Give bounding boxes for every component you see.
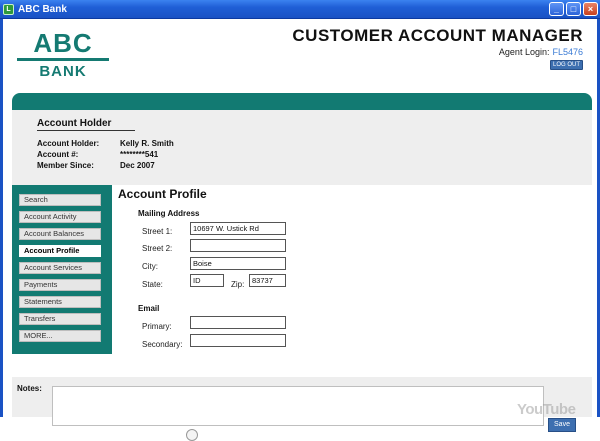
holder-account-label: Account #: <box>37 150 79 159</box>
account-holder-panel: Account Holder Account Holder: Kelly R. S… <box>12 110 592 185</box>
sidebar-item-account-profile[interactable]: Account Profile <box>19 245 101 257</box>
maximize-button[interactable]: □ <box>566 2 581 16</box>
logo-divider <box>17 58 109 61</box>
street2-field[interactable] <box>190 239 286 252</box>
secondary-email-label: Secondary: <box>142 340 183 349</box>
agent-login: Agent Login: FL5476 <box>499 47 583 57</box>
primary-email-field[interactable] <box>190 316 286 329</box>
window-controls: _ □ × <box>549 2 598 16</box>
logo-bank: BANK <box>39 63 87 80</box>
account-profile-title: Account Profile <box>118 187 207 201</box>
scroll-handle[interactable] <box>186 429 198 441</box>
state-field[interactable]: ID <box>190 274 224 287</box>
window-titlebar: L ABC Bank _ □ × <box>0 0 600 19</box>
notes-textarea[interactable] <box>52 386 544 426</box>
sidebar-item-account-activity[interactable]: Account Activity <box>19 211 101 223</box>
holder-member-since-label: Member Since: <box>37 161 94 170</box>
logo-abc: ABC <box>33 28 93 58</box>
sidebar-item-account-services[interactable]: Account Services <box>19 262 101 274</box>
holder-account-value: ********541 <box>120 150 159 159</box>
state-label: State: <box>142 280 163 289</box>
street2-label: Street 2: <box>142 244 173 253</box>
holder-row-name: Account Holder: Kelly R. Smith <box>37 139 174 148</box>
email-heading: Email <box>138 304 160 313</box>
app-window: ABC BANK CUSTOMER ACCOUNT MANAGER Agent … <box>0 19 600 441</box>
sidebar-item-search[interactable]: Search <box>19 194 101 206</box>
window-title: ABC Bank <box>18 3 67 15</box>
youtube-watermark: YouTube <box>517 401 576 418</box>
zip-label: Zip: <box>231 280 245 289</box>
secondary-email-field[interactable] <box>190 334 286 347</box>
holder-member-since-value: Dec 2007 <box>120 161 155 170</box>
sidebar-item-transfers[interactable]: Transfers <box>19 313 101 325</box>
logout-button[interactable]: LOG OUT <box>550 60 583 70</box>
sidebar-item-payments[interactable]: Payments <box>19 279 101 291</box>
bank-logo: ABC BANK <box>17 29 109 80</box>
minimize-button[interactable]: _ <box>549 2 564 16</box>
zip-field[interactable]: 83737 <box>249 274 286 287</box>
street1-label: Street 1: <box>142 227 173 236</box>
app-icon: L <box>3 3 14 15</box>
sidebar-nav: Search Account Activity Account Balances… <box>12 185 112 354</box>
sidebar-item-account-balances[interactable]: Account Balances <box>19 228 101 240</box>
primary-email-label: Primary: <box>142 322 172 331</box>
holder-row-member-since: Member Since: Dec 2007 <box>37 161 155 170</box>
street1-field[interactable]: 10697 W. Ustick Rd <box>190 222 286 235</box>
account-holder-heading: Account Holder <box>37 118 135 131</box>
agent-login-label: Agent Login: <box>498 47 550 57</box>
sidebar-item-statements[interactable]: Statements <box>19 296 101 308</box>
holder-name-value: Kelly R. Smith <box>120 139 174 148</box>
city-field[interactable]: Boise <box>190 257 286 270</box>
page-title: CUSTOMER ACCOUNT MANAGER <box>292 26 583 45</box>
header-band <box>12 93 592 110</box>
holder-row-account: Account #: ********541 <box>37 150 158 159</box>
close-button[interactable]: × <box>583 2 598 16</box>
agent-id: FL5476 <box>552 47 583 57</box>
holder-name-label: Account Holder: <box>37 139 100 148</box>
notes-label: Notes: <box>17 384 42 393</box>
city-label: City: <box>142 262 158 271</box>
save-button[interactable]: Save <box>548 418 576 432</box>
mailing-address-heading: Mailing Address <box>138 209 200 218</box>
sidebar-item-more[interactable]: MORE... <box>19 330 101 342</box>
